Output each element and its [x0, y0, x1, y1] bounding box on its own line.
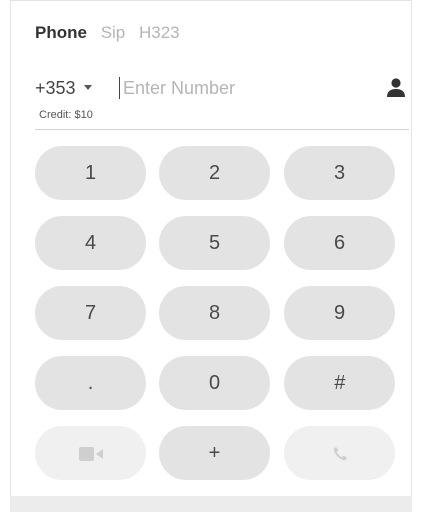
tab-h323[interactable]: H323 [139, 23, 180, 42]
tab-sip[interactable]: Sip [101, 23, 126, 42]
tab-phone[interactable]: Phone [35, 23, 87, 42]
number-entry-row: +353 [35, 77, 407, 101]
key-2[interactable]: 2 [159, 146, 270, 200]
video-camera-icon [78, 446, 103, 461]
key-1[interactable]: 1 [35, 146, 146, 200]
country-code-dropdown[interactable]: +353 [35, 77, 92, 99]
key-7[interactable]: 7 [35, 286, 146, 340]
phone-icon [333, 447, 346, 460]
key-9[interactable]: 9 [284, 286, 395, 340]
phone-number-input[interactable] [119, 77, 353, 99]
key-hash[interactable]: # [284, 356, 395, 410]
video-call-button[interactable] [35, 426, 146, 480]
key-dot[interactable]: . [35, 356, 146, 410]
key-0[interactable]: 0 [159, 356, 270, 410]
credit-balance: Credit: $10 [39, 109, 93, 121]
country-code-value: +353 [35, 78, 76, 98]
dial-mode-tabs: Phone Sip H323 [35, 23, 189, 43]
key-3[interactable]: 3 [284, 146, 395, 200]
key-5[interactable]: 5 [159, 216, 270, 270]
person-icon[interactable] [385, 77, 407, 99]
dialer-panel: Phone Sip H323 +353 Credit: $10 1 2 3 4 … [10, 0, 412, 512]
key-6[interactable]: 6 [284, 216, 395, 270]
key-plus[interactable]: + [159, 426, 270, 480]
bottom-strip [10, 496, 412, 512]
key-8[interactable]: 8 [159, 286, 270, 340]
call-button[interactable] [284, 426, 395, 480]
divider [35, 129, 409, 130]
chevron-down-icon [83, 84, 92, 90]
key-4[interactable]: 4 [35, 216, 146, 270]
